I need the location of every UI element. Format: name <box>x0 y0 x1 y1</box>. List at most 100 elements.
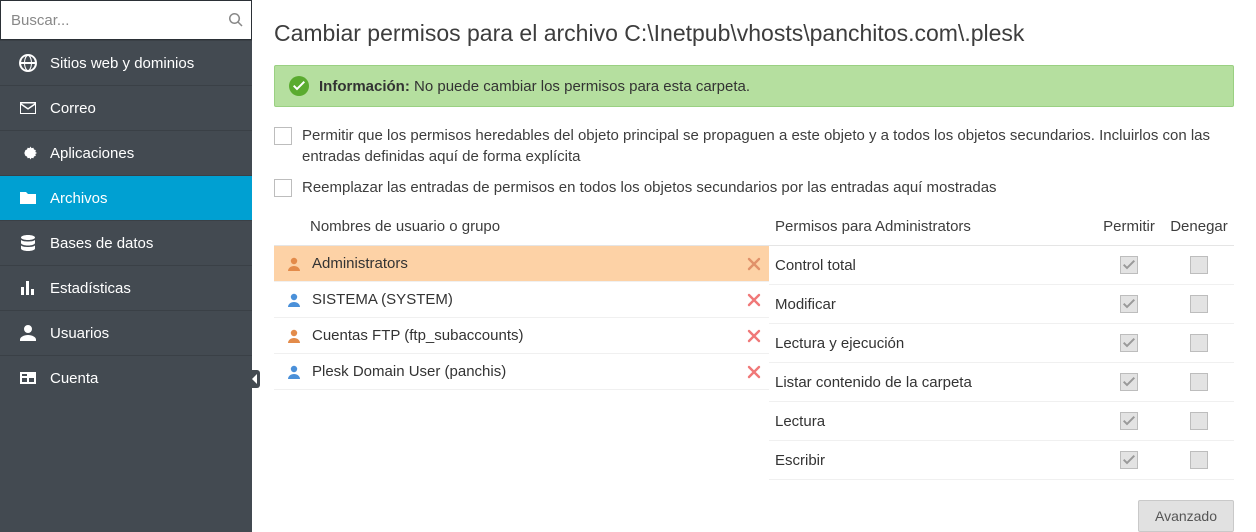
allow-cell <box>1094 412 1164 430</box>
gear-icon <box>16 143 40 163</box>
sidebar-item-label: Estadísticas <box>50 280 131 297</box>
search-box <box>0 0 252 40</box>
allow-cell <box>1094 373 1164 391</box>
permission-name: Lectura <box>775 413 1094 430</box>
deny-cell <box>1164 256 1234 274</box>
user-name: Administrators <box>308 255 739 272</box>
sidebar-item-stats[interactable]: Estadísticas <box>0 265 252 310</box>
deny-header: Denegar <box>1164 218 1234 235</box>
deny-checkbox[interactable] <box>1190 451 1208 469</box>
info-banner: Información: No puede cambiar los permis… <box>274 65 1234 107</box>
allow-checkbox[interactable] <box>1120 412 1138 430</box>
sidebar-item-globe[interactable]: Sitios web y dominios <box>0 40 252 85</box>
deny-checkbox[interactable] <box>1190 295 1208 313</box>
main-content: Cambiar permisos para el archivo C:\Inet… <box>252 0 1256 532</box>
permission-name: Control total <box>775 257 1094 274</box>
permissions-header-label: Permisos para Administrators <box>775 218 1094 235</box>
sidebar-item-label: Archivos <box>50 190 108 207</box>
database-icon <box>16 233 40 253</box>
search-icon[interactable] <box>220 12 251 28</box>
allow-cell <box>1094 256 1164 274</box>
permission-row: Control total <box>769 246 1234 285</box>
permission-name: Escribir <box>775 452 1094 469</box>
info-text: Información: No puede cambiar los permis… <box>319 78 750 95</box>
permissions-grid: Nombres de usuario o grupo Administrator… <box>274 212 1234 480</box>
sidebar-item-label: Bases de datos <box>50 235 153 252</box>
globe-icon <box>16 53 40 73</box>
deny-cell <box>1164 451 1234 469</box>
user-name: SISTEMA (SYSTEM) <box>308 291 739 308</box>
sidebar-item-label: Cuenta <box>50 370 98 387</box>
deny-cell <box>1164 373 1234 391</box>
allow-checkbox[interactable] <box>1120 451 1138 469</box>
delete-user-icon[interactable] <box>739 365 769 379</box>
advanced-button[interactable]: Avanzado <box>1138 500 1234 532</box>
permission-row: Modificar <box>769 285 1234 324</box>
deny-cell <box>1164 334 1234 352</box>
deny-checkbox[interactable] <box>1190 373 1208 391</box>
sidebar-item-mail[interactable]: Correo <box>0 85 252 130</box>
stats-icon <box>16 278 40 298</box>
user-row[interactable]: SISTEMA (SYSTEM) <box>274 282 769 318</box>
deny-checkbox[interactable] <box>1190 412 1208 430</box>
sidebar-item-folder[interactable]: Archivos <box>0 175 252 220</box>
option-row: Permitir que los permisos heredables del… <box>274 125 1234 167</box>
allow-checkbox[interactable] <box>1120 373 1138 391</box>
search-input[interactable] <box>1 12 220 29</box>
sidebar-item-label: Sitios web y dominios <box>50 55 194 72</box>
delete-user-icon[interactable] <box>739 293 769 307</box>
deny-checkbox[interactable] <box>1190 256 1208 274</box>
delete-user-icon[interactable] <box>739 257 769 271</box>
user-icon <box>280 327 308 345</box>
option-checkbox[interactable] <box>274 127 292 145</box>
user-row[interactable]: Cuentas FTP (ftp_subaccounts) <box>274 318 769 354</box>
deny-checkbox[interactable] <box>1190 334 1208 352</box>
sidebar-item-card[interactable]: Cuenta <box>0 355 252 400</box>
deny-cell <box>1164 295 1234 313</box>
check-icon <box>289 76 309 96</box>
user-name: Cuentas FTP (ftp_subaccounts) <box>308 327 739 344</box>
user-icon <box>16 323 40 343</box>
permission-name: Modificar <box>775 296 1094 313</box>
user-row[interactable]: Plesk Domain User (panchis) <box>274 354 769 390</box>
option-row: Reemplazar las entradas de permisos en t… <box>274 177 1234 198</box>
info-label: Información: <box>319 78 410 95</box>
permission-name: Lectura y ejecución <box>775 335 1094 352</box>
mail-icon <box>16 98 40 118</box>
sidebar-item-label: Usuarios <box>50 325 109 342</box>
permissions-column: Permisos para Administrators Permitir De… <box>769 212 1234 480</box>
allow-cell <box>1094 334 1164 352</box>
permission-row: Listar contenido de la carpeta <box>769 363 1234 402</box>
user-icon <box>280 363 308 381</box>
sidebar-item-gear[interactable]: Aplicaciones <box>0 130 252 175</box>
users-header-label: Nombres de usuario o grupo <box>310 218 769 235</box>
allow-checkbox[interactable] <box>1120 256 1138 274</box>
delete-user-icon[interactable] <box>739 329 769 343</box>
sidebar-item-database[interactable]: Bases de datos <box>0 220 252 265</box>
sidebar-item-label: Aplicaciones <box>50 145 134 162</box>
allow-cell <box>1094 295 1164 313</box>
user-name: Plesk Domain User (panchis) <box>308 363 739 380</box>
users-header: Nombres de usuario o grupo <box>274 212 769 246</box>
sidebar-item-label: Correo <box>50 100 96 117</box>
card-icon <box>16 368 40 388</box>
deny-cell <box>1164 412 1234 430</box>
user-icon <box>280 291 308 309</box>
sidebar: Sitios web y dominios Correo Aplicaciones A… <box>0 0 252 532</box>
sidebar-item-user[interactable]: Usuarios <box>0 310 252 355</box>
permission-name: Listar contenido de la carpeta <box>775 374 1094 391</box>
option-checkbox[interactable] <box>274 179 292 197</box>
allow-checkbox[interactable] <box>1120 295 1138 313</box>
allow-cell <box>1094 451 1164 469</box>
search-wrap <box>0 0 252 40</box>
folder-icon <box>16 188 40 208</box>
allow-header: Permitir <box>1094 218 1164 235</box>
option-text: Reemplazar las entradas de permisos en t… <box>302 177 1234 198</box>
users-column: Nombres de usuario o grupo Administrator… <box>274 212 769 480</box>
user-row[interactable]: Administrators <box>274 246 769 282</box>
permission-row: Lectura <box>769 402 1234 441</box>
permission-row: Lectura y ejecución <box>769 324 1234 363</box>
permissions-header: Permisos para Administrators Permitir De… <box>769 212 1234 246</box>
option-text: Permitir que los permisos heredables del… <box>302 125 1234 167</box>
allow-checkbox[interactable] <box>1120 334 1138 352</box>
